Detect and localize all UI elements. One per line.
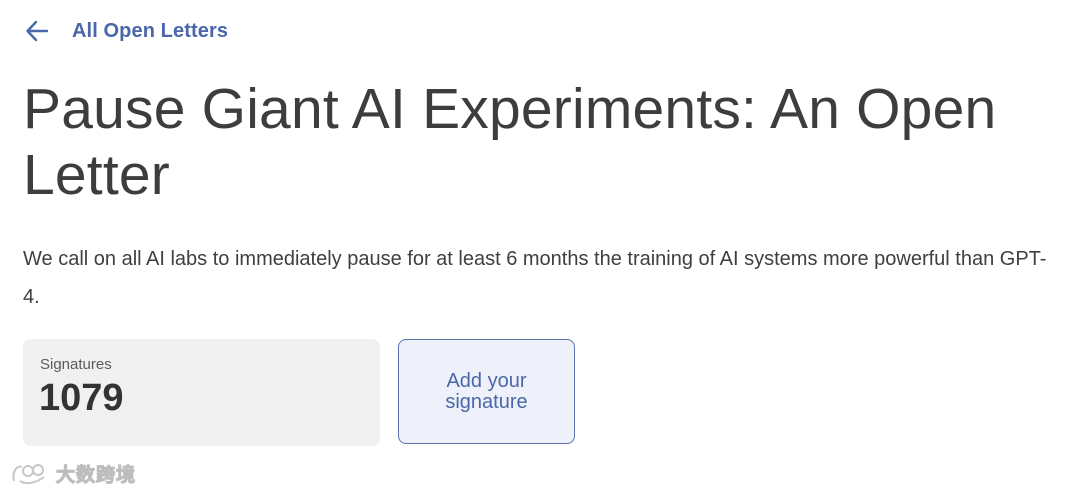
page-title: Pause Giant AI Experiments: An Open Lett… (23, 77, 997, 207)
back-link[interactable]: All Open Letters (24, 18, 228, 44)
watermark-logo-icon (12, 463, 45, 484)
watermark: 大数跨境 (10, 460, 136, 487)
signatures-card: Signatures 1079 (23, 339, 380, 446)
back-link-label: All Open Letters (72, 19, 229, 42)
add-signature-button[interactable]: Add your signature (398, 339, 575, 444)
signatures-label: Signatures (40, 356, 112, 373)
add-signature-label: Add your signature (445, 369, 528, 413)
arrow-left-icon (26, 20, 49, 42)
signatures-count: 1079 (39, 377, 124, 419)
letter-intro: We call on all AI labs to immediately pa… (23, 248, 1047, 308)
watermark-text: 大数跨境 (55, 465, 137, 487)
